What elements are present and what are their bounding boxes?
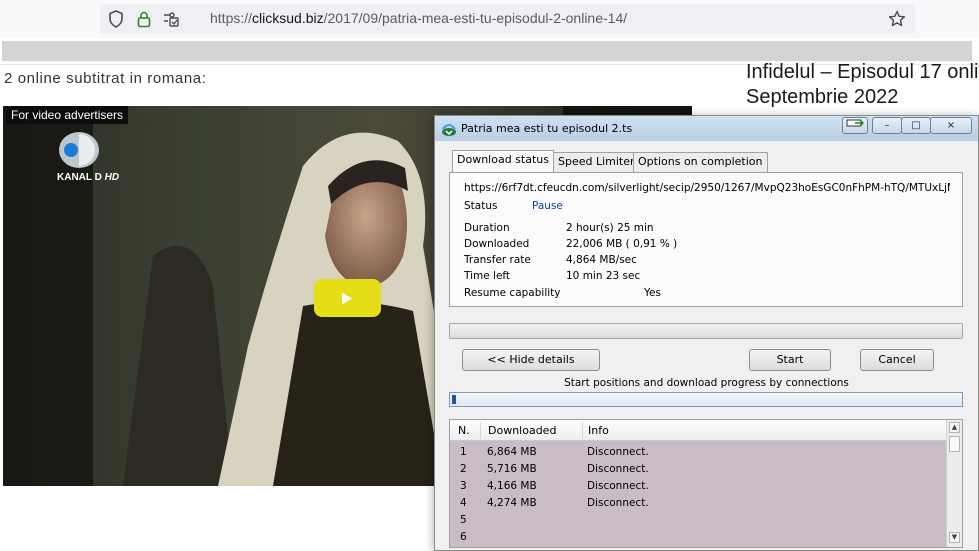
scroll-up-icon[interactable]: ▲ xyxy=(949,422,960,433)
status-value: Pause xyxy=(532,200,563,212)
start-button[interactable]: Start xyxy=(749,349,831,371)
status-label: Status xyxy=(464,200,498,212)
tab-options-on-completion[interactable]: Options on completion xyxy=(633,152,768,172)
column-header-n[interactable]: N. xyxy=(458,424,470,437)
browser-toolbar: https://clicksud.biz/2017/09/patria-mea-… xyxy=(0,0,979,38)
column-divider[interactable] xyxy=(582,422,583,439)
bookmark-star-icon[interactable] xyxy=(888,10,906,28)
connection-progress-segment xyxy=(452,395,456,404)
column-header-downloaded[interactable]: Downloaded xyxy=(488,424,556,437)
table-row[interactable]: 1 6,864 MB Disconnect. xyxy=(450,444,947,461)
permissions-icon[interactable] xyxy=(162,10,180,28)
table-row[interactable]: 6 xyxy=(450,529,947,546)
dialog-title: Patria mea esti tu episodul 2.ts xyxy=(461,122,633,135)
transfer-rate-label: Transfer rate xyxy=(464,254,531,266)
scroll-down-icon[interactable]: ▼ xyxy=(949,532,960,543)
play-button[interactable] xyxy=(314,279,381,317)
maximize-button[interactable]: □ xyxy=(901,117,931,134)
scroll-thumb[interactable] xyxy=(949,436,960,452)
column-divider[interactable] xyxy=(480,422,481,439)
dialog-titlebar[interactable]: Patria mea esti tu episodul 2.ts – □ × xyxy=(435,116,978,141)
sidebar-article-title[interactable]: Infidelul – Episodul 17 online Septembri… xyxy=(746,60,979,110)
time-left-value: 10 min 23 sec xyxy=(566,270,641,282)
dialog-extra-icon[interactable] xyxy=(842,117,868,134)
duration-label: Duration xyxy=(464,222,510,234)
article-text: 2 online subtitrat in romana: xyxy=(4,70,207,87)
download-status-panel: https://6rf7dt.cfeucdn.com/silverlight/s… xyxy=(449,172,963,307)
table-row[interactable]: 2 5,716 MB Disconnect. xyxy=(450,461,947,478)
close-button[interactable]: × xyxy=(930,117,972,134)
connections-progress-bar xyxy=(449,392,963,407)
column-header-info[interactable]: Info xyxy=(588,424,609,437)
transfer-rate-value: 4,864 MB/sec xyxy=(566,254,637,266)
connections-progress-label: Start positions and download progress by… xyxy=(564,377,849,389)
ad-label[interactable]: For video advertisers xyxy=(6,106,129,124)
channel-logo-icon xyxy=(57,130,101,175)
shield-icon[interactable] xyxy=(108,10,126,28)
downloaded-value: 22,006 MB ( 0,91 % ) xyxy=(566,238,678,250)
ad-placeholder-bar xyxy=(2,41,972,61)
download-manager-icon xyxy=(441,122,457,141)
url-text[interactable]: https://clicksud.biz/2017/09/patria-mea-… xyxy=(210,10,627,26)
table-row[interactable]: 5 xyxy=(450,512,947,529)
resume-capability-value: Yes xyxy=(644,287,661,299)
tab-download-status[interactable]: Download status xyxy=(452,150,554,173)
table-header: N. Downloaded Info xyxy=(450,420,947,441)
resume-capability-label: Resume capability xyxy=(464,287,561,299)
download-url: https://6rf7dt.cfeucdn.com/silverlight/s… xyxy=(464,182,950,194)
duration-value: 2 hour(s) 25 min xyxy=(566,222,654,234)
cancel-button[interactable]: Cancel xyxy=(860,349,934,371)
table-row[interactable]: 4 4,274 MB Disconnect. xyxy=(450,495,947,512)
table-scrollbar[interactable]: ▲ ▼ xyxy=(946,420,962,547)
minimize-button[interactable]: – xyxy=(872,117,902,134)
lock-icon[interactable] xyxy=(136,10,154,28)
time-left-label: Time left xyxy=(464,270,511,282)
connections-table[interactable]: N. Downloaded Info 1 6,864 MB Disconnect. … xyxy=(449,419,963,548)
screen: https://clicksud.biz/2017/09/patria-mea-… xyxy=(0,0,979,551)
download-dialog: Patria mea esti tu episodul 2.ts – □ × D… xyxy=(434,115,979,551)
play-icon xyxy=(342,292,352,305)
address-bar[interactable]: https://clicksud.biz/2017/09/patria-mea-… xyxy=(100,4,915,34)
hide-details-button[interactable]: << Hide details xyxy=(462,349,600,371)
downloaded-label: Downloaded xyxy=(464,238,530,250)
download-progress-bar xyxy=(449,323,963,339)
table-row[interactable]: 3 4,166 MB Disconnect. xyxy=(450,478,947,495)
channel-logo-text: KANAL D HD xyxy=(57,172,120,183)
tab-speed-limiter[interactable]: Speed Limiter xyxy=(553,152,640,172)
